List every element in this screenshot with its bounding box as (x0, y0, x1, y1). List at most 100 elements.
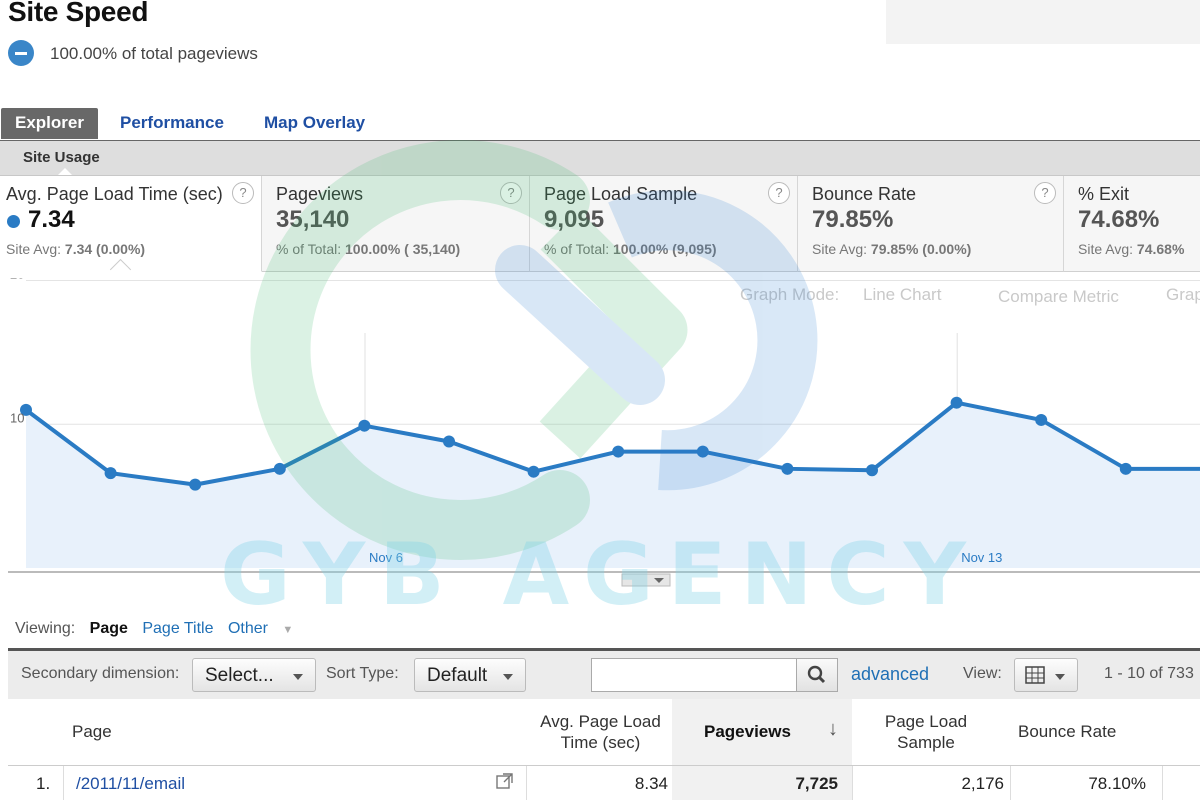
row-pageviews: 7,725 (795, 774, 838, 793)
subtab-bar: Site Usage (0, 141, 1200, 176)
subtab-site-usage[interactable]: Site Usage (23, 149, 100, 166)
sort-type-value: Default (427, 665, 488, 686)
external-link-icon (496, 773, 513, 789)
metric-sub-label: Site Avg: (1078, 241, 1134, 257)
chevron-down-icon (293, 674, 303, 680)
metric-sub-value: 79.85% (0.00%) (870, 241, 972, 257)
data-point (358, 419, 371, 432)
metric-name: Pageviews (276, 184, 364, 204)
data-point (781, 462, 794, 475)
column-header-page-load-sample[interactable]: Page Load Sample (876, 711, 976, 753)
metric-sub-label: Site Avg: (6, 241, 62, 257)
viewing-option-page-title[interactable]: Page Title (142, 620, 213, 637)
chevron-down-icon (503, 674, 513, 680)
column-header-pageviews: Pageviews (704, 722, 791, 741)
metric-scorecards: Avg. Page Load Time (sec) ? 7.34 Site Av… (0, 176, 1200, 272)
data-point (104, 467, 117, 480)
pagination-status: 1 - 10 of 733 (1104, 665, 1194, 682)
data-point (866, 464, 878, 477)
data-point (950, 396, 963, 409)
row-bounce-rate: 78.10% (1088, 774, 1146, 793)
metric-name: % Exit (1078, 184, 1130, 204)
secondary-dimension-select[interactable]: Select... (192, 658, 316, 692)
tab-explorer[interactable]: Explorer (1, 108, 98, 139)
table-toolbar: Secondary dimension: Select... Sort Type… (8, 648, 1200, 702)
metric-sub-value: 7.34 (0.00%) (64, 241, 146, 257)
segment-pie-icon[interactable] (8, 40, 34, 66)
column-header-avg-load-time[interactable]: Avg. Page Load Time (sec) (528, 711, 673, 753)
page-title: Site Speed (8, 0, 149, 27)
metric-card-pageviews[interactable]: Pageviews ? 35,140 % of Total: 100.00% (… (262, 176, 530, 272)
help-icon[interactable]: ? (1034, 182, 1056, 204)
metric-card-exit[interactable]: % Exit 74.68% Site Avg: 74.68% (1064, 176, 1200, 272)
metric-sub-value: 74.68% (1136, 241, 1185, 257)
row-page-link[interactable]: /2011/11/email (76, 774, 185, 794)
data-point (696, 445, 709, 458)
metric-card-avg-load-time[interactable]: Avg. Page Load Time (sec) ? 7.34 Site Av… (0, 176, 262, 272)
metric-sub-label: % of Total: (544, 241, 610, 257)
row-avg-load-time: 8.34 (634, 774, 668, 793)
sort-type-label: Sort Type: (326, 665, 399, 682)
metric-value: 79.85% (812, 206, 894, 233)
metric-sub: Site Avg: 74.68% (1078, 241, 1184, 257)
view-label: View: (963, 665, 1002, 682)
header-panel (886, 0, 1200, 44)
column-header-bounce-rate[interactable]: Bounce Rate (1018, 721, 1116, 742)
metric-card-page-load-sample[interactable]: Page Load Sample ? 9,095 % of Total: 100… (530, 176, 798, 272)
help-icon[interactable]: ? (500, 182, 522, 204)
sort-type-select[interactable]: Default (414, 658, 526, 692)
table-grid-icon (1025, 666, 1045, 684)
chart-resize-handle[interactable] (621, 573, 671, 587)
sort-arrow-icon: ↓ (828, 718, 838, 740)
column-divider (526, 766, 527, 800)
tab-performance[interactable]: Performance (120, 108, 224, 139)
x-tick-label: Nov 6 (369, 550, 403, 565)
row-page-load-sample: 2,176 (961, 774, 1004, 793)
segment-summary: 100.00% of total pageviews (50, 44, 258, 63)
chevron-down-icon (1055, 674, 1065, 680)
tab-map-overlay[interactable]: Map Overlay (264, 108, 365, 139)
metric-sub-label: % of Total: (276, 241, 342, 257)
metric-name: Avg. Page Load Time (sec) (6, 184, 223, 204)
metric-value: 74.68% (1078, 206, 1160, 233)
data-point (273, 462, 286, 475)
help-icon[interactable]: ? (232, 182, 254, 204)
viewing-option-page[interactable]: Page (90, 620, 128, 637)
viewing-option-other[interactable]: Other ▼ (228, 620, 303, 637)
data-point (1035, 413, 1048, 426)
metric-card-bounce-rate[interactable]: Bounce Rate ? 79.85% Site Avg: 79.85% (0… (798, 176, 1064, 272)
metric-sub: Site Avg: 79.85% (0.00%) (812, 241, 971, 257)
metric-sub-value: 100.00% ( 35,140) (345, 241, 461, 257)
column-header-page[interactable]: Page (72, 721, 112, 742)
metric-value: 7.34 (28, 206, 75, 233)
help-icon[interactable]: ? (768, 182, 790, 204)
secondary-dimension-label: Secondary dimension: (21, 665, 180, 682)
data-point (1119, 462, 1132, 475)
secondary-dimension-value: Select... (205, 665, 274, 686)
metric-value: 35,140 (276, 206, 350, 233)
data-point (189, 478, 202, 491)
chevron-down-icon: ▼ (282, 624, 294, 636)
table-search-input[interactable] (591, 658, 797, 692)
column-divider (63, 766, 64, 800)
report-tabs: Explorer Performance Map Overlay (0, 108, 1200, 143)
data-point (612, 445, 625, 458)
viewing-label: Viewing: (15, 620, 76, 637)
subtab-pointer (58, 168, 72, 175)
table-header: Page Avg. Page Load Time (sec) Pageviews… (8, 699, 1200, 766)
series-dot-icon (7, 215, 20, 228)
column-header-pageviews-cell[interactable]: Pageviews ↓ (672, 699, 852, 765)
metric-sub: % of Total: 100.00% ( 35,140) (276, 241, 460, 257)
view-type-select[interactable] (1014, 658, 1078, 692)
metric-sub: % of Total: 100.00% (9,095) (544, 241, 717, 257)
search-button[interactable] (796, 658, 838, 692)
table-row: 1. /2011/11/email 8.34 7,725 2,176 78.10… (8, 766, 1200, 800)
viewing-row: Viewing: Page Page Title Other ▼ (15, 620, 313, 638)
column-divider (1162, 766, 1163, 800)
y-tick-label: 20 (10, 278, 24, 282)
advanced-filter-link[interactable]: advanced (851, 664, 929, 685)
metric-value: 9,095 (544, 206, 605, 233)
open-external-icon[interactable] (495, 771, 515, 796)
data-point (527, 465, 540, 478)
data-point (443, 435, 455, 448)
